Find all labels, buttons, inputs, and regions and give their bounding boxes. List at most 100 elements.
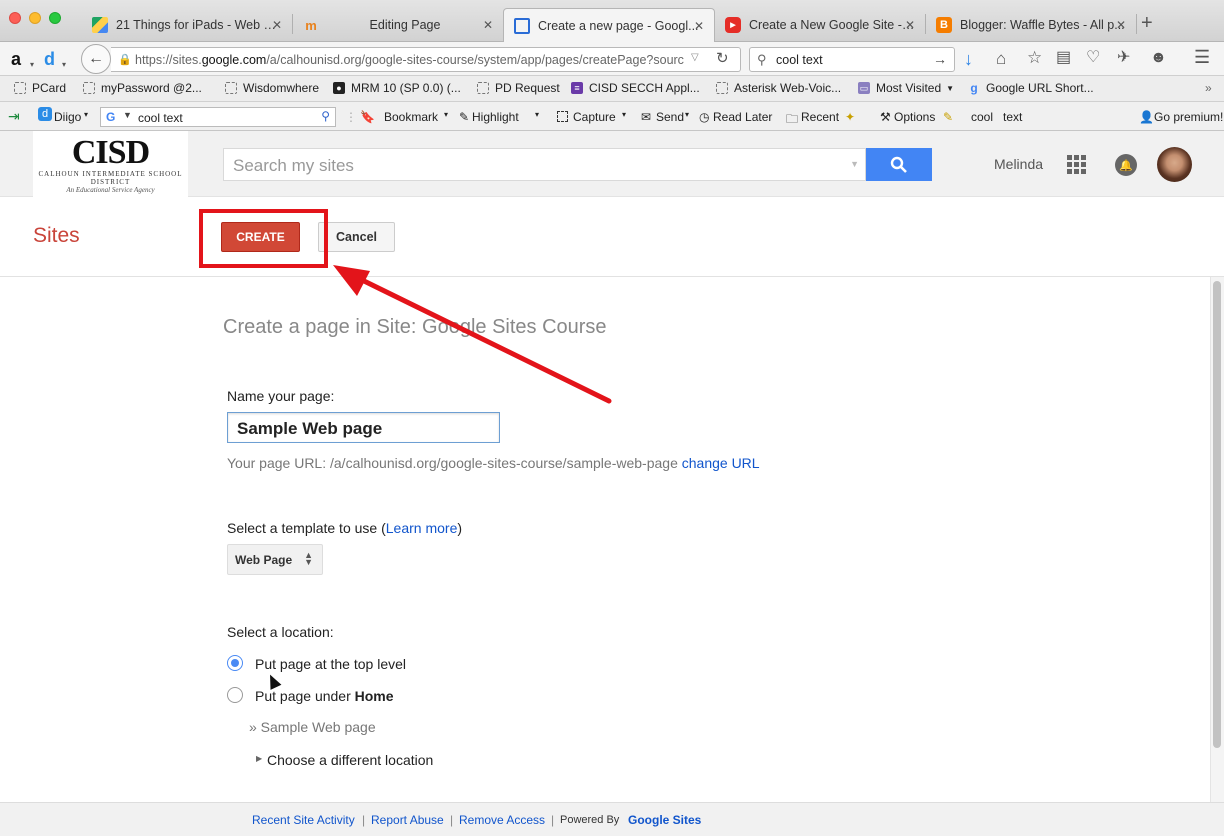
browser-search-input[interactable]: ⚲ cool text → <box>749 47 955 72</box>
district-logo[interactable]: CISD CALHOUN INTERMEDIATE SCHOOL DISTRIC… <box>33 131 188 197</box>
avatar[interactable] <box>1157 147 1192 182</box>
reading-list-icon[interactable]: ▤ <box>1056 48 1071 68</box>
close-tab-icon[interactable]: ✕ <box>272 18 282 32</box>
page-name-input[interactable]: Sample Web page <box>227 412 500 443</box>
tab-21-things[interactable]: 21 Things for iPads - Web R... ✕ <box>82 8 292 42</box>
radio-top-level-label[interactable]: Put page at the top level <box>255 656 406 672</box>
chevron-down-icon[interactable]: ▾ <box>444 110 448 119</box>
arrow-right-icon[interactable]: → <box>933 51 947 67</box>
download-icon[interactable]: ↓ <box>964 49 973 69</box>
close-window-button[interactable] <box>9 12 21 24</box>
bookmark-pcard[interactable]: PCard <box>14 81 66 95</box>
chevron-down-icon[interactable]: ▾ <box>622 110 626 119</box>
change-url-link[interactable]: change URL <box>682 455 760 471</box>
chevron-down-icon[interactable]: ▾ <box>84 110 88 119</box>
template-select[interactable]: Web Page ▲ ▼ <box>227 544 323 575</box>
bookmark-label: PCard <box>32 81 67 95</box>
search-sites-input[interactable]: Search my sites ▼ <box>223 148 866 181</box>
bookmark-cisd-secch[interactable]: ≡ CISD SECCH Appl... <box>571 81 700 95</box>
triangle-right-icon[interactable]: ▶ <box>256 754 262 763</box>
tab-create-new-page[interactable]: Create a new page - Googl... ✕ <box>503 8 715 42</box>
bookmark-most-visited[interactable]: ▭ Most Visited ▼ <box>858 81 954 95</box>
back-button[interactable]: ← <box>81 44 111 74</box>
magic-icon[interactable]: ✦ <box>845 110 855 124</box>
zoom-window-button[interactable] <box>49 12 61 24</box>
close-tab-icon[interactable]: ✕ <box>694 19 704 33</box>
report-abuse-link[interactable]: Report Abuse <box>371 813 444 827</box>
close-tab-icon[interactable]: ✕ <box>483 18 493 32</box>
menu-icon[interactable]: ☰ <box>1194 47 1210 67</box>
scrollbar-thumb[interactable] <box>1213 281 1221 748</box>
google-sites-link[interactable]: Google Sites <box>628 813 701 827</box>
diigo-read-later-button[interactable]: Read Later <box>713 110 772 124</box>
diigo-premium-link[interactable]: Go premium! <box>1154 110 1223 124</box>
bookmark-pd-request[interactable]: PD Request <box>477 81 560 95</box>
main-content <box>0 277 1210 802</box>
sites-title[interactable]: Sites <box>33 224 80 248</box>
url-dropdown-icon[interactable]: ▽ <box>691 52 699 63</box>
diigo-sidebar-icon[interactable]: ⇥ <box>8 108 20 125</box>
search-icon[interactable]: ⚲ <box>321 109 330 123</box>
chevron-down-icon[interactable]: ▾ <box>30 55 34 75</box>
diigo-bookmark-button[interactable]: Bookmark <box>384 110 438 124</box>
notifications-bell-icon[interactable]: 🔔 <box>1115 154 1137 176</box>
diigo-icon[interactable]: d <box>44 49 55 69</box>
bookmark-google-url[interactable]: g Google URL Short... <box>968 81 1093 95</box>
recent-site-activity-link[interactable]: Recent Site Activity <box>252 813 355 827</box>
bookmark-asterisk[interactable]: Asterisk Web-Voic... <box>716 81 841 95</box>
diigo-capture-button[interactable]: Capture <box>573 110 616 124</box>
diigo-recent-button[interactable]: Recent <box>801 110 839 124</box>
chevron-down-icon[interactable]: ▾ <box>62 55 66 75</box>
chevron-down-icon[interactable]: ▾ <box>685 110 689 119</box>
chevron-down-icon[interactable]: ▾ <box>535 110 539 119</box>
tab-editing-page[interactable]: m Editing Page ✕ <box>293 8 503 42</box>
bookmark-mrm[interactable]: ● MRM 10 (SP 0.0) (... <box>333 81 461 95</box>
tab-divider <box>1136 14 1137 34</box>
diigo-highlight-button[interactable]: Highlight <box>472 110 519 124</box>
arrow-left-icon: ← <box>88 50 104 67</box>
search-placeholder: Search my sites <box>233 156 354 175</box>
chevron-down-icon[interactable]: ▼ <box>850 159 859 169</box>
bookmark-mypassword[interactable]: myPassword @2... <box>83 81 202 95</box>
tab-create-google-site-video[interactable]: ▶ Create a New Google Site - ... ✕ <box>715 8 925 42</box>
send-icon[interactable]: ✈ <box>1117 48 1130 68</box>
radio-top-level[interactable] <box>227 655 243 671</box>
reload-icon[interactable]: ↻ <box>716 49 729 67</box>
choose-location-toggle[interactable]: Choose a different location <box>267 752 433 768</box>
chevron-down-icon: ▼ <box>123 110 132 120</box>
bookmark-label: CISD SECCH Appl... <box>589 81 700 95</box>
read-later-icon: ◷ <box>699 110 710 124</box>
remove-access-link[interactable]: Remove Access <box>459 813 545 827</box>
cancel-button[interactable]: Cancel <box>318 222 395 252</box>
amazon-icon[interactable]: a <box>11 49 21 69</box>
diigo-logo-icon: d <box>38 107 52 121</box>
diigo-send-button[interactable]: Send <box>656 110 684 124</box>
moodle-icon: m <box>305 17 317 33</box>
diigo-brand[interactable]: Diigo <box>54 110 81 124</box>
tab-blogger[interactable]: B Blogger: Waffle Bytes - All p... ✕ <box>926 8 1136 42</box>
star-icon[interactable]: ☆ <box>1027 48 1042 68</box>
diigo-search-input[interactable]: G ▼ cool text ⚲ <box>100 107 336 127</box>
diigo-search-word[interactable]: cool <box>971 110 993 124</box>
bookmark-icon <box>716 82 728 94</box>
pocket-icon[interactable]: ♡ <box>1086 48 1100 68</box>
address-bar[interactable]: 🔒 https://sites.google.com/a/calhounisd.… <box>111 47 741 72</box>
radio-under-home-label[interactable]: Put page under Home <box>255 688 394 704</box>
browser-window: 21 Things for iPads - Web R... ✕ m Editi… <box>0 0 1224 836</box>
close-tab-icon[interactable]: ✕ <box>905 18 915 32</box>
learn-more-link[interactable]: Learn more <box>386 520 458 536</box>
user-name[interactable]: Melinda <box>994 156 1043 172</box>
page-url-line: Your page URL: /a/calhounisd.org/google-… <box>227 455 760 471</box>
close-tab-icon[interactable]: ✕ <box>1116 18 1126 32</box>
diigo-search-word[interactable]: text <box>1003 110 1022 124</box>
home-icon[interactable]: ⌂ <box>996 49 1006 69</box>
bookmark-wisdomwhere[interactable]: Wisdomwhere <box>225 81 319 95</box>
search-button[interactable] <box>866 148 932 181</box>
chat-icon[interactable]: ☻ <box>1150 48 1167 68</box>
radio-under-home[interactable] <box>227 687 243 703</box>
new-tab-icon[interactable]: + <box>1141 12 1153 34</box>
overflow-chevron-icon[interactable]: » <box>1205 81 1212 95</box>
diigo-options-button[interactable]: Options <box>894 110 935 124</box>
apps-grid-icon[interactable] <box>1067 155 1086 174</box>
minimize-window-button[interactable] <box>29 12 41 24</box>
